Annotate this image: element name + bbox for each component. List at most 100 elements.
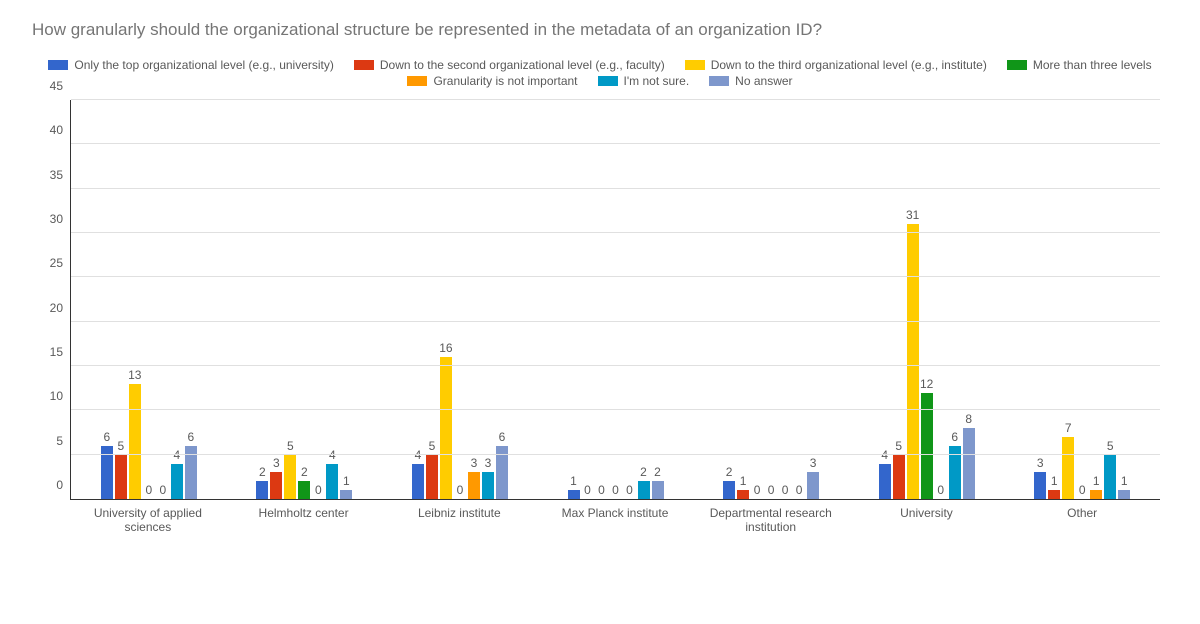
bar-value-label: 1 — [1121, 474, 1128, 490]
bar: 4 — [326, 464, 338, 499]
bar: 13 — [129, 384, 141, 499]
y-tick-label: 35 — [50, 168, 71, 182]
bar-value-label: 0 — [796, 483, 803, 499]
grid-line — [71, 409, 1160, 410]
bar: 2 — [723, 481, 735, 499]
bar: 3 — [807, 472, 819, 499]
legend-item: Only the top organizational level (e.g.,… — [48, 58, 333, 72]
grid-line — [71, 321, 1160, 322]
bar-groups: 6513004623520414516033610000222100003453… — [71, 100, 1160, 499]
bar-value-label: 3 — [273, 456, 280, 472]
y-tick-label: 25 — [50, 256, 71, 270]
bar-value-label: 6 — [951, 430, 958, 446]
chart-container: How granularly should the organizational… — [0, 0, 1200, 624]
legend-item: No answer — [709, 74, 792, 88]
chart-title: How granularly should the organizational… — [32, 20, 1180, 40]
bar-value-label: 1 — [1051, 474, 1058, 490]
legend-item: More than three levels — [1007, 58, 1152, 72]
bar-value-label: 1 — [343, 474, 350, 490]
bar: 4 — [171, 464, 183, 499]
bar-value-label: 5 — [895, 439, 902, 455]
bar-value-label: 0 — [612, 483, 619, 499]
bar: 5 — [893, 455, 905, 499]
bar-value-label: 5 — [287, 439, 294, 455]
y-tick-label: 30 — [50, 212, 71, 226]
x-tick-label: University of applied sciences — [70, 506, 226, 534]
bar: 1 — [340, 490, 352, 499]
bar-value-label: 4 — [881, 448, 888, 464]
bar-value-label: 0 — [768, 483, 775, 499]
bar-value-label: 2 — [301, 465, 308, 481]
bar-value-label: 3 — [471, 456, 478, 472]
bar-value-label: 3 — [485, 456, 492, 472]
bar-value-label: 4 — [329, 448, 336, 464]
bar-value-label: 3 — [810, 456, 817, 472]
y-tick-label: 40 — [50, 123, 71, 137]
bar-group: 3170151 — [1004, 100, 1160, 499]
bar-value-label: 6 — [499, 430, 506, 446]
bar: 5 — [1104, 455, 1116, 499]
grid-line — [71, 99, 1160, 100]
bar-value-label: 1 — [570, 474, 577, 490]
legend-item: Granularity is not important — [407, 74, 577, 88]
bar-value-label: 8 — [965, 412, 972, 428]
bar-value-label: 6 — [187, 430, 194, 446]
x-tick-label: Departmental research institution — [693, 506, 849, 534]
plot-area: 6513004623520414516033610000222100003453… — [70, 100, 1160, 500]
bar-value-label: 13 — [128, 368, 141, 384]
legend-label: Granularity is not important — [433, 74, 577, 88]
bar-value-label: 0 — [145, 483, 152, 499]
bar-value-label: 0 — [754, 483, 761, 499]
bar-value-label: 31 — [906, 208, 919, 224]
bar-value-label: 0 — [315, 483, 322, 499]
grid-line — [71, 188, 1160, 189]
bar: 31 — [907, 224, 919, 499]
legend-swatch — [598, 76, 618, 86]
x-tick-label: Max Planck institute — [537, 506, 693, 534]
bar-value-label: 5 — [429, 439, 436, 455]
bar-value-label: 4 — [173, 448, 180, 464]
bar-value-label: 0 — [1079, 483, 1086, 499]
bar-group: 65130046 — [71, 100, 227, 499]
legend-swatch — [1007, 60, 1027, 70]
bar: 5 — [426, 455, 438, 499]
x-tick-label: Helmholtz center — [226, 506, 382, 534]
bar-value-label: 0 — [598, 483, 605, 499]
bar-value-label: 0 — [584, 483, 591, 499]
bar-value-label: 0 — [782, 483, 789, 499]
bar: 1 — [568, 490, 580, 499]
bar-group: 453112068 — [849, 100, 1005, 499]
x-tick-label: University — [849, 506, 1005, 534]
bar-value-label: 4 — [415, 448, 422, 464]
bar-value-label: 2 — [654, 465, 661, 481]
legend-swatch — [709, 76, 729, 86]
bar: 4 — [879, 464, 891, 499]
legend-label: Down to the second organizational level … — [380, 58, 665, 72]
bar: 1 — [1048, 490, 1060, 499]
grid-line — [71, 276, 1160, 277]
y-tick-label: 5 — [56, 434, 71, 448]
bar-value-label: 6 — [103, 430, 110, 446]
grid-line — [71, 232, 1160, 233]
bar-value-label: 3 — [1037, 456, 1044, 472]
bar: 1 — [1118, 490, 1130, 499]
x-tick-label: Leibniz institute — [381, 506, 537, 534]
bar: 4 — [412, 464, 424, 499]
legend-row: Only the top organizational level (e.g.,… — [50, 58, 1150, 74]
bar-value-label: 0 — [457, 483, 464, 499]
y-tick-label: 20 — [50, 301, 71, 315]
bar: 2 — [652, 481, 664, 499]
bar: 2 — [638, 481, 650, 499]
bar-group: 45160336 — [382, 100, 538, 499]
legend-item: Down to the second organizational level … — [354, 58, 665, 72]
bar-value-label: 5 — [1107, 439, 1114, 455]
grid-line — [71, 365, 1160, 366]
legend-label: More than three levels — [1033, 58, 1152, 72]
legend: Only the top organizational level (e.g.,… — [50, 58, 1150, 90]
bar-value-label: 16 — [439, 341, 452, 357]
bar-group: 2352041 — [227, 100, 383, 499]
y-tick-label: 10 — [50, 389, 71, 403]
bar-value-label: 2 — [726, 465, 733, 481]
legend-row: Granularity is not importantI'm not sure… — [50, 74, 1150, 90]
bar: 3 — [482, 472, 494, 499]
